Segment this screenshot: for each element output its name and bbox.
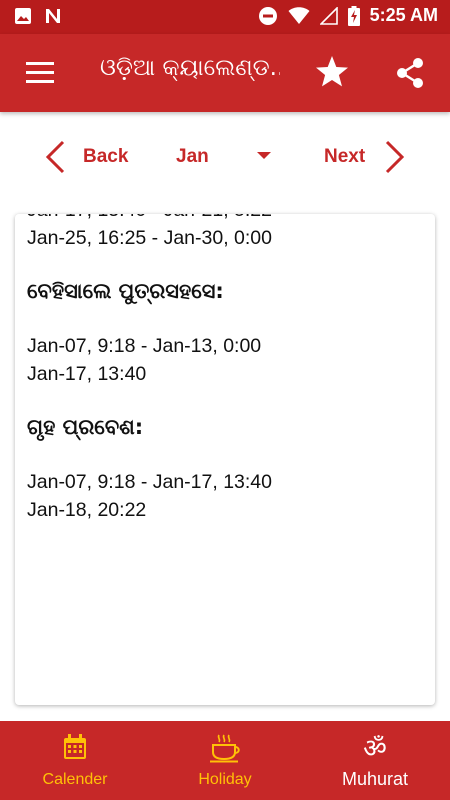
signal-icon [319,6,338,25]
dropdown-arrow-icon[interactable] [257,152,271,159]
status-bar: 5:25 AM [0,0,450,34]
calendar-icon [64,734,86,759]
month-selector[interactable]: Jan [176,146,209,168]
bottom-navigation: Calender Holiday ॐ Muhurat [0,721,450,800]
tab-label: Muhurat [341,769,409,789]
chevron-left-icon[interactable] [44,139,66,175]
n-notification-icon [46,9,60,23]
app-title: ଓଡ଼ିଆ କ୍ୟାଲେଣ୍ଡ... [100,55,280,81]
menu-icon [26,62,54,65]
month-navigation: Back Jan Next [0,112,450,202]
back-button[interactable]: Back [83,146,128,168]
menu-button[interactable] [26,62,54,84]
date-range-line: Jan-17, 13:40 [27,363,147,385]
battery-charging-icon [347,5,360,26]
section-heading: ଗୃହ ପ୍ରବେଶ: [27,415,144,439]
chevron-right-icon[interactable] [384,139,406,175]
muhurat-list: Jan-17, 13:40 - Jan-21, 5:22 Jan-25, 16:… [27,214,425,524]
tab-muhurat[interactable]: ॐ Muhurat [300,721,450,800]
gallery-icon [15,8,31,24]
status-time: 5:25 AM [369,5,438,25]
om-icon: ॐ [363,734,387,764]
tab-label: Holiday [198,771,252,788]
date-range-line: Jan-18, 20:22 [27,499,147,521]
share-icon[interactable] [393,56,427,90]
date-range-line: Jan-17, 13:40 - Jan-21, 5:22 [27,214,425,224]
app-bar: ଓଡ଼ିଆ କ୍ୟାଲେଣ୍ଡ... [0,34,450,112]
wifi-icon [288,6,310,24]
tab-holiday[interactable]: Holiday [150,721,300,800]
tab-calender[interactable]: Calender [0,721,150,800]
star-icon[interactable] [314,54,350,90]
coffee-cup-icon [210,734,240,763]
section-heading: ବେହିସାଲେ ପୁତ୍ରସହସେ: [27,279,224,303]
do-not-disturb-icon [258,6,277,25]
date-range-line: Jan-07, 9:18 - Jan-17, 13:40 [27,471,272,493]
next-button[interactable]: Next [324,146,365,168]
date-range-line: Jan-25, 16:25 - Jan-30, 0:00 [27,227,272,249]
muhurat-card[interactable]: Jan-17, 13:40 - Jan-21, 5:22 Jan-25, 16:… [15,214,435,705]
date-range-line: Jan-07, 9:18 - Jan-13, 0:00 [27,335,262,357]
tab-label: Calender [42,771,108,788]
